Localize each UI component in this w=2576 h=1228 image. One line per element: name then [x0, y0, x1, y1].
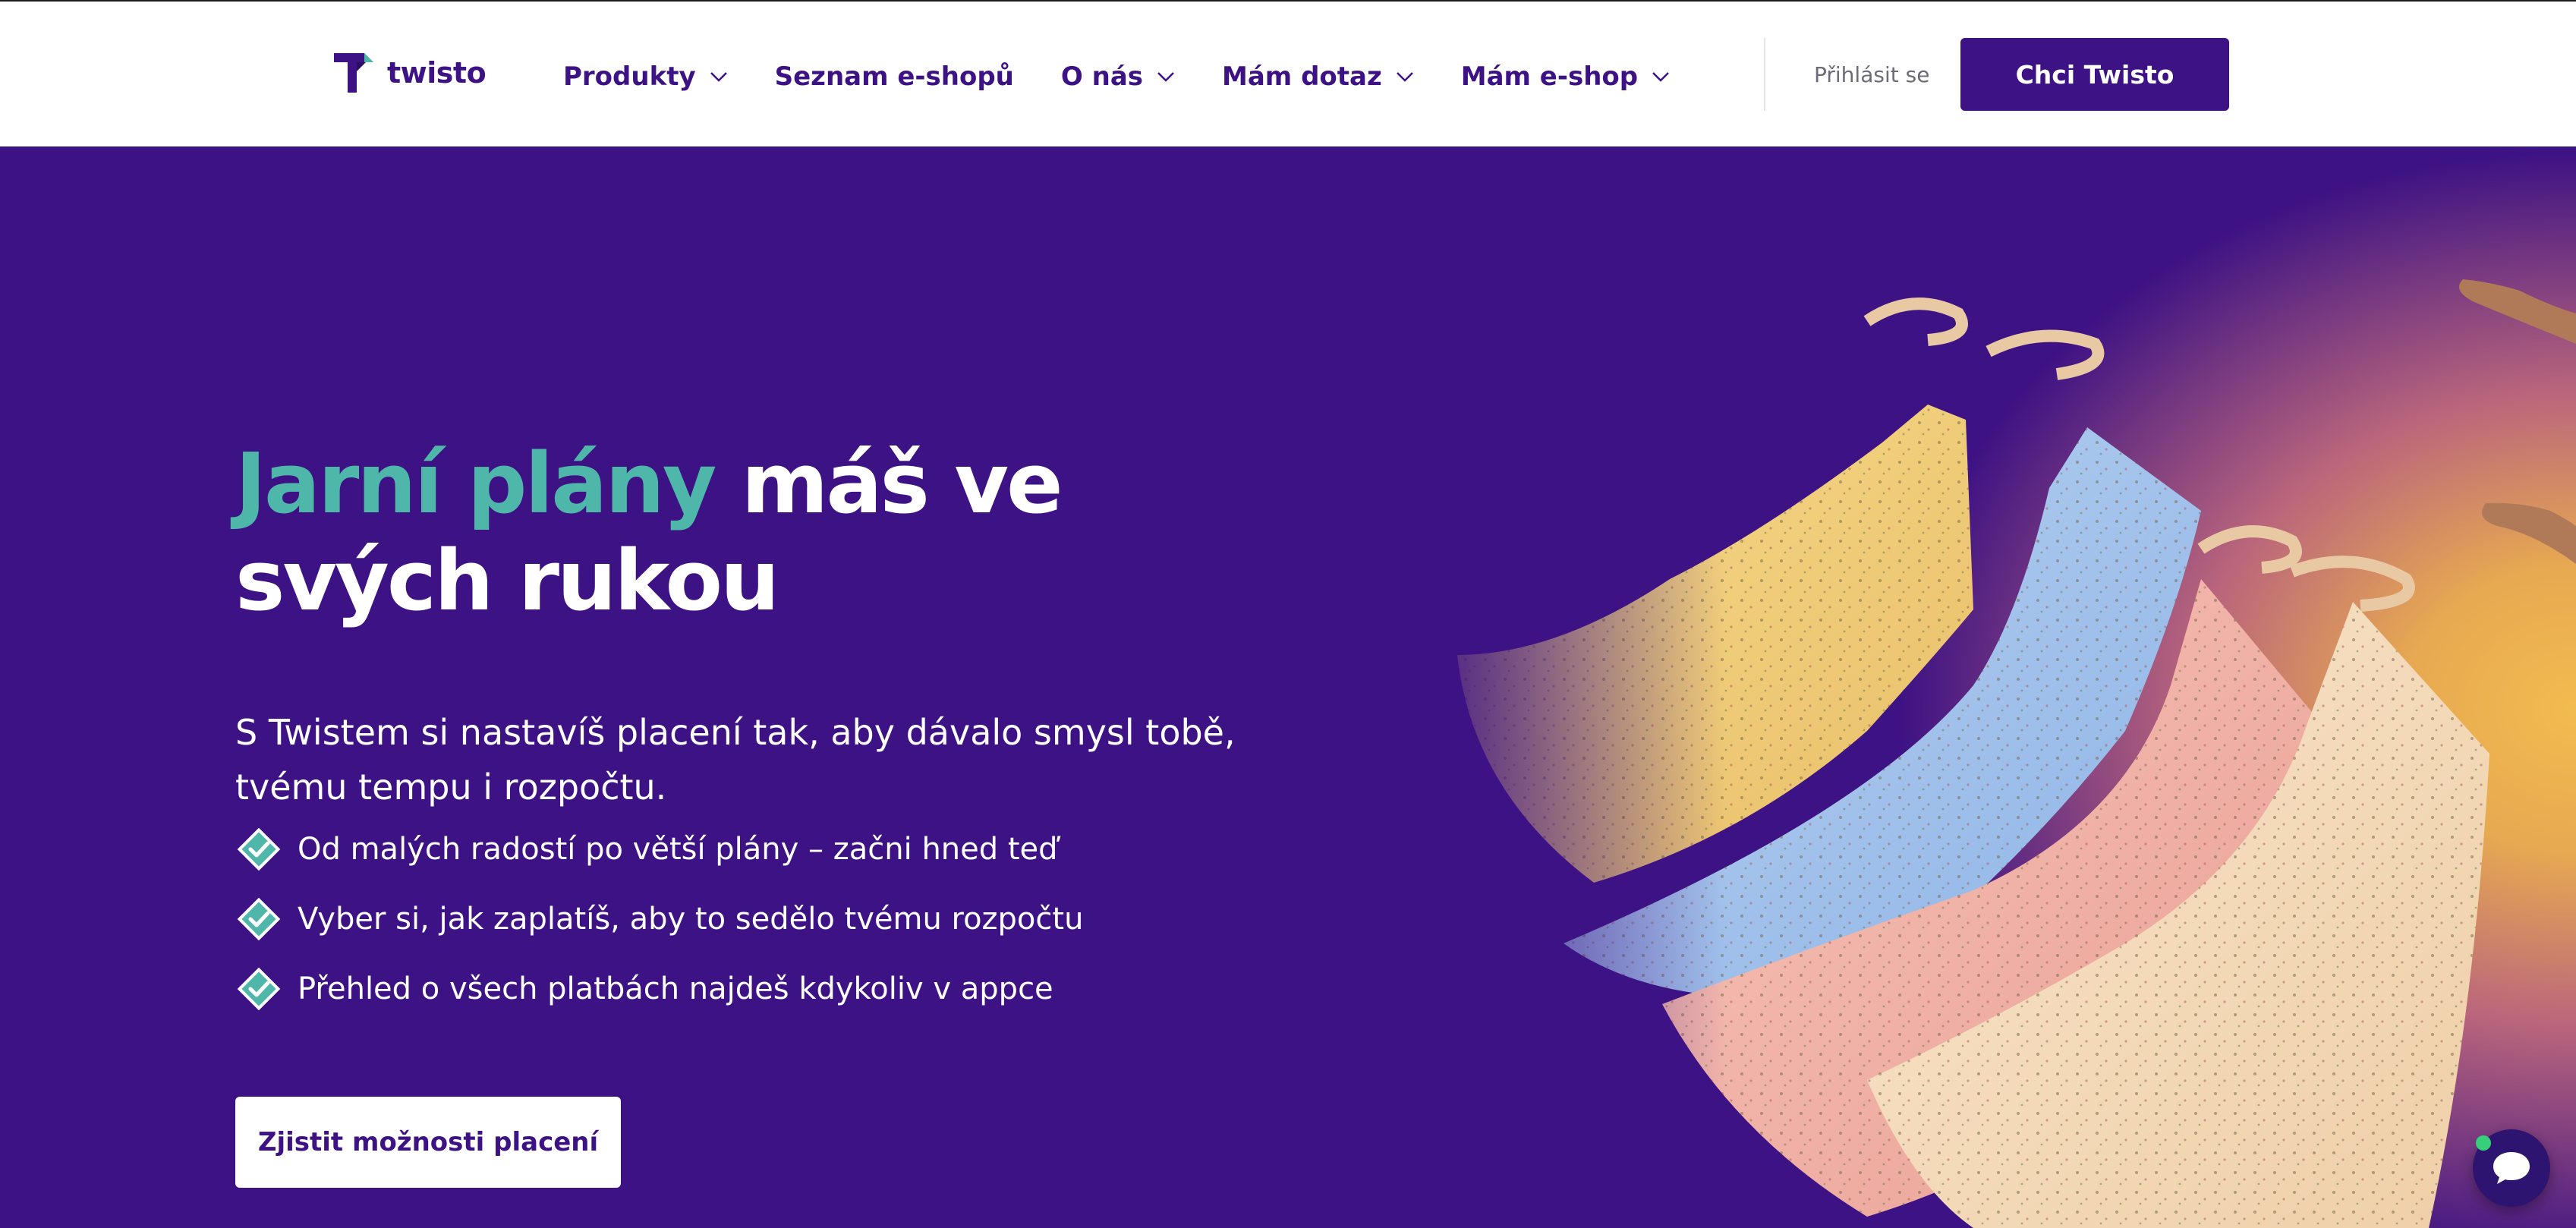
nav-item-seznam-eshopu[interactable]: Seznam e-shopů [775, 61, 1014, 92]
dresses-on-hangers-image [1442, 260, 2576, 1228]
hero-headline: Jarní plány máš ve svých rukou [235, 435, 1298, 629]
chevron-down-icon [1396, 72, 1413, 82]
twisto-logo-icon [334, 53, 373, 93]
chevron-down-icon [1157, 72, 1174, 82]
nav-item-label: Produkty [563, 61, 696, 92]
benefit-item: Od malých radostí po větší plány – začni… [235, 814, 1083, 884]
hero-lead: S Twistem si nastavíš placení tak, aby d… [235, 712, 1236, 808]
benefit-item: Vyber si, jak zaplatíš, aby to sedělo tv… [235, 884, 1083, 954]
nav-item-produkty[interactable]: Produkty [563, 61, 728, 92]
nav-item-o-nas[interactable]: O nás [1061, 61, 1175, 92]
benefit-text: Přehled o všech platbách najdeš kdykoliv… [298, 971, 1053, 1006]
chat-bubble-icon [2493, 1152, 2530, 1184]
hero-section: Jarní plány máš ve svých rukou S Twistem… [0, 146, 2576, 1228]
benefit-text: Od malých radostí po větší plány – začni… [298, 832, 1058, 867]
online-status-dot [2476, 1135, 2491, 1151]
chci-twisto-button[interactable]: Chci Twisto [1960, 38, 2229, 111]
site-header: twisto Produkty Seznam e-shopů O nás Mám… [0, 2, 2576, 146]
zjistit-moznosti-placeni-button[interactable]: Zjistit možnosti placení [235, 1097, 621, 1188]
twisto-logo[interactable]: twisto [334, 50, 487, 96]
benefit-text: Vyber si, jak zaplatíš, aby to sedělo tv… [298, 902, 1084, 937]
nav-item-label: Seznam e-shopů [774, 61, 1014, 92]
chevron-down-icon [710, 72, 727, 82]
benefit-list: Od malých radostí po větší plány – začni… [235, 814, 1083, 1024]
check-diamond-icon [237, 897, 281, 941]
nav-item-mam-dotaz[interactable]: Mám dotaz [1222, 61, 1414, 92]
hero-headline-accent: Jarní plány [235, 435, 716, 532]
check-diamond-icon [237, 967, 281, 1011]
benefit-item: Přehled o všech platbách najdeš kdykoliv… [235, 954, 1083, 1024]
main-nav: Produkty Seznam e-shopů O nás Mám dotaz … [563, 55, 1717, 99]
nav-item-label: Mám dotaz [1222, 61, 1382, 92]
nav-item-label: Mám e-shop [1460, 61, 1639, 92]
chat-widget-button[interactable] [2473, 1129, 2550, 1207]
check-diamond-icon [237, 827, 281, 871]
nav-item-label: O nás [1060, 61, 1144, 92]
chevron-down-icon [1652, 72, 1670, 82]
logo-wordmark: twisto [387, 56, 487, 90]
nav-item-mam-eshop[interactable]: Mám e-shop [1461, 61, 1670, 92]
login-link[interactable]: Přihlásit se [1814, 62, 1929, 87]
header-divider [1764, 38, 1765, 111]
